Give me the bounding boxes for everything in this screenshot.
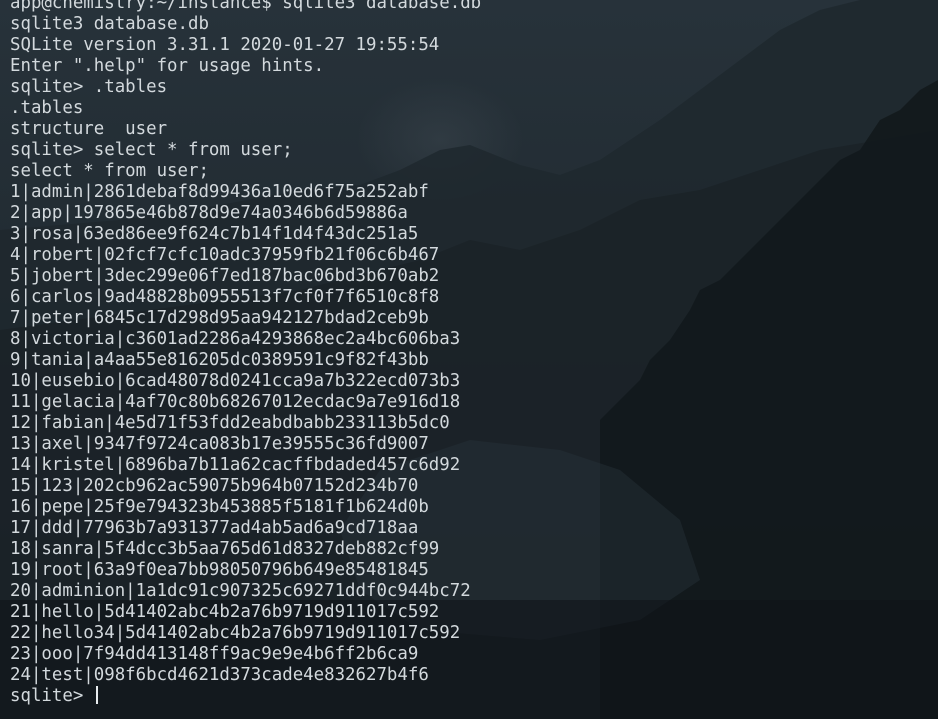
terminal-line: Enter ".help" for usage hints. <box>10 56 325 76</box>
terminal-line: 16|pepe|25f9e794323b453885f5181f1b624d0b <box>10 497 429 517</box>
terminal-line: 5|jobert|3dec299e06f7ed187bac06bd3b670ab… <box>10 266 440 286</box>
terminal-line: 9|tania|a4aa55e816205dc0389591c9f82f43bb <box>10 350 429 370</box>
terminal-line: 20|adminion|1a1dc91c907325c69271ddf0c944… <box>10 581 471 601</box>
terminal-line: 7|peter|6845c17d298d95aa942127bdad2ceb9b <box>10 308 429 328</box>
terminal-line: 2|app|197865e46b878d9e74a0346b6d59886a <box>10 203 408 223</box>
terminal-line: 3|rosa|63ed86ee9f624c7b14f1d4f43dc251a5 <box>10 224 419 244</box>
terminal-line: SQLite version 3.31.1 2020-01-27 19:55:5… <box>10 35 440 55</box>
terminal-line: 24|test|098f6bcd4621d373cade4e832627b4f6 <box>10 665 429 685</box>
terminal-line: 4|robert|02fcf7cfc10adc37959fb21f06c6b46… <box>10 245 440 265</box>
terminal-line: select * from user; <box>10 161 209 181</box>
terminal-output: app@chemistry:~/instance$ sqlite3 databa… <box>10 0 481 707</box>
terminal-window[interactable]: app@chemistry:~/instance$ sqlite3 databa… <box>0 0 938 719</box>
sqlite-prompt: sqlite> <box>10 686 94 706</box>
terminal-line: 8|victoria|c3601ad2286a4293868ec2a4bc606… <box>10 329 461 349</box>
terminal-line: 17|ddd|77963b7a931377ad4ab5ad6a9cd718aa <box>10 518 419 538</box>
terminal-line: 23|ooo|7f94dd413148ff9ac9e9e4b6ff2b6ca9 <box>10 644 419 664</box>
terminal-prompt-line[interactable]: sqlite> <box>10 686 481 707</box>
terminal-line: app@chemistry:~/instance$ sqlite3 databa… <box>10 0 482 13</box>
terminal-line: 13|axel|9347f9724ca083b17e39555c36fd9007 <box>10 434 429 454</box>
terminal-line: 12|fabian|4e5d71f53fdd2eabdbabb233113b5d… <box>10 413 450 433</box>
terminal-line: sqlite> select * from user; <box>10 140 293 160</box>
terminal-line: sqlite3 database.db <box>10 14 209 34</box>
terminal-line: structure user <box>10 119 168 139</box>
terminal-line: sqlite> .tables <box>10 77 168 97</box>
terminal-line: 6|carlos|9ad48828b0955513f7cf0f7f6510c8f… <box>10 287 440 307</box>
terminal-line: 11|gelacia|4af70c80b68267012ecdac9a7e916… <box>10 392 461 412</box>
terminal-line: 18|sanra|5f4dcc3b5aa765d61d8327deb882cf9… <box>10 539 440 559</box>
terminal-line: 10|eusebio|6cad48078d0241cca9a7b322ecd07… <box>10 371 461 391</box>
text-cursor <box>95 686 98 704</box>
terminal-line: 22|hello34|5d41402abc4b2a76b9719d911017c… <box>10 623 461 643</box>
terminal-line: .tables <box>10 98 84 118</box>
terminal-line: 19|root|63a9f0ea7bb98050796b649e85481845 <box>10 560 429 580</box>
terminal-line: 1|admin|2861debaf8d99436a10ed6f75a252abf <box>10 182 429 202</box>
terminal-line: 15|123|202cb962ac59075b964b07152d234b70 <box>10 476 419 496</box>
terminal-line: 21|hello|5d41402abc4b2a76b9719d911017c59… <box>10 602 440 622</box>
terminal-line: 14|kristel|6896ba7b11a62cacffbdaded457c6… <box>10 455 461 475</box>
